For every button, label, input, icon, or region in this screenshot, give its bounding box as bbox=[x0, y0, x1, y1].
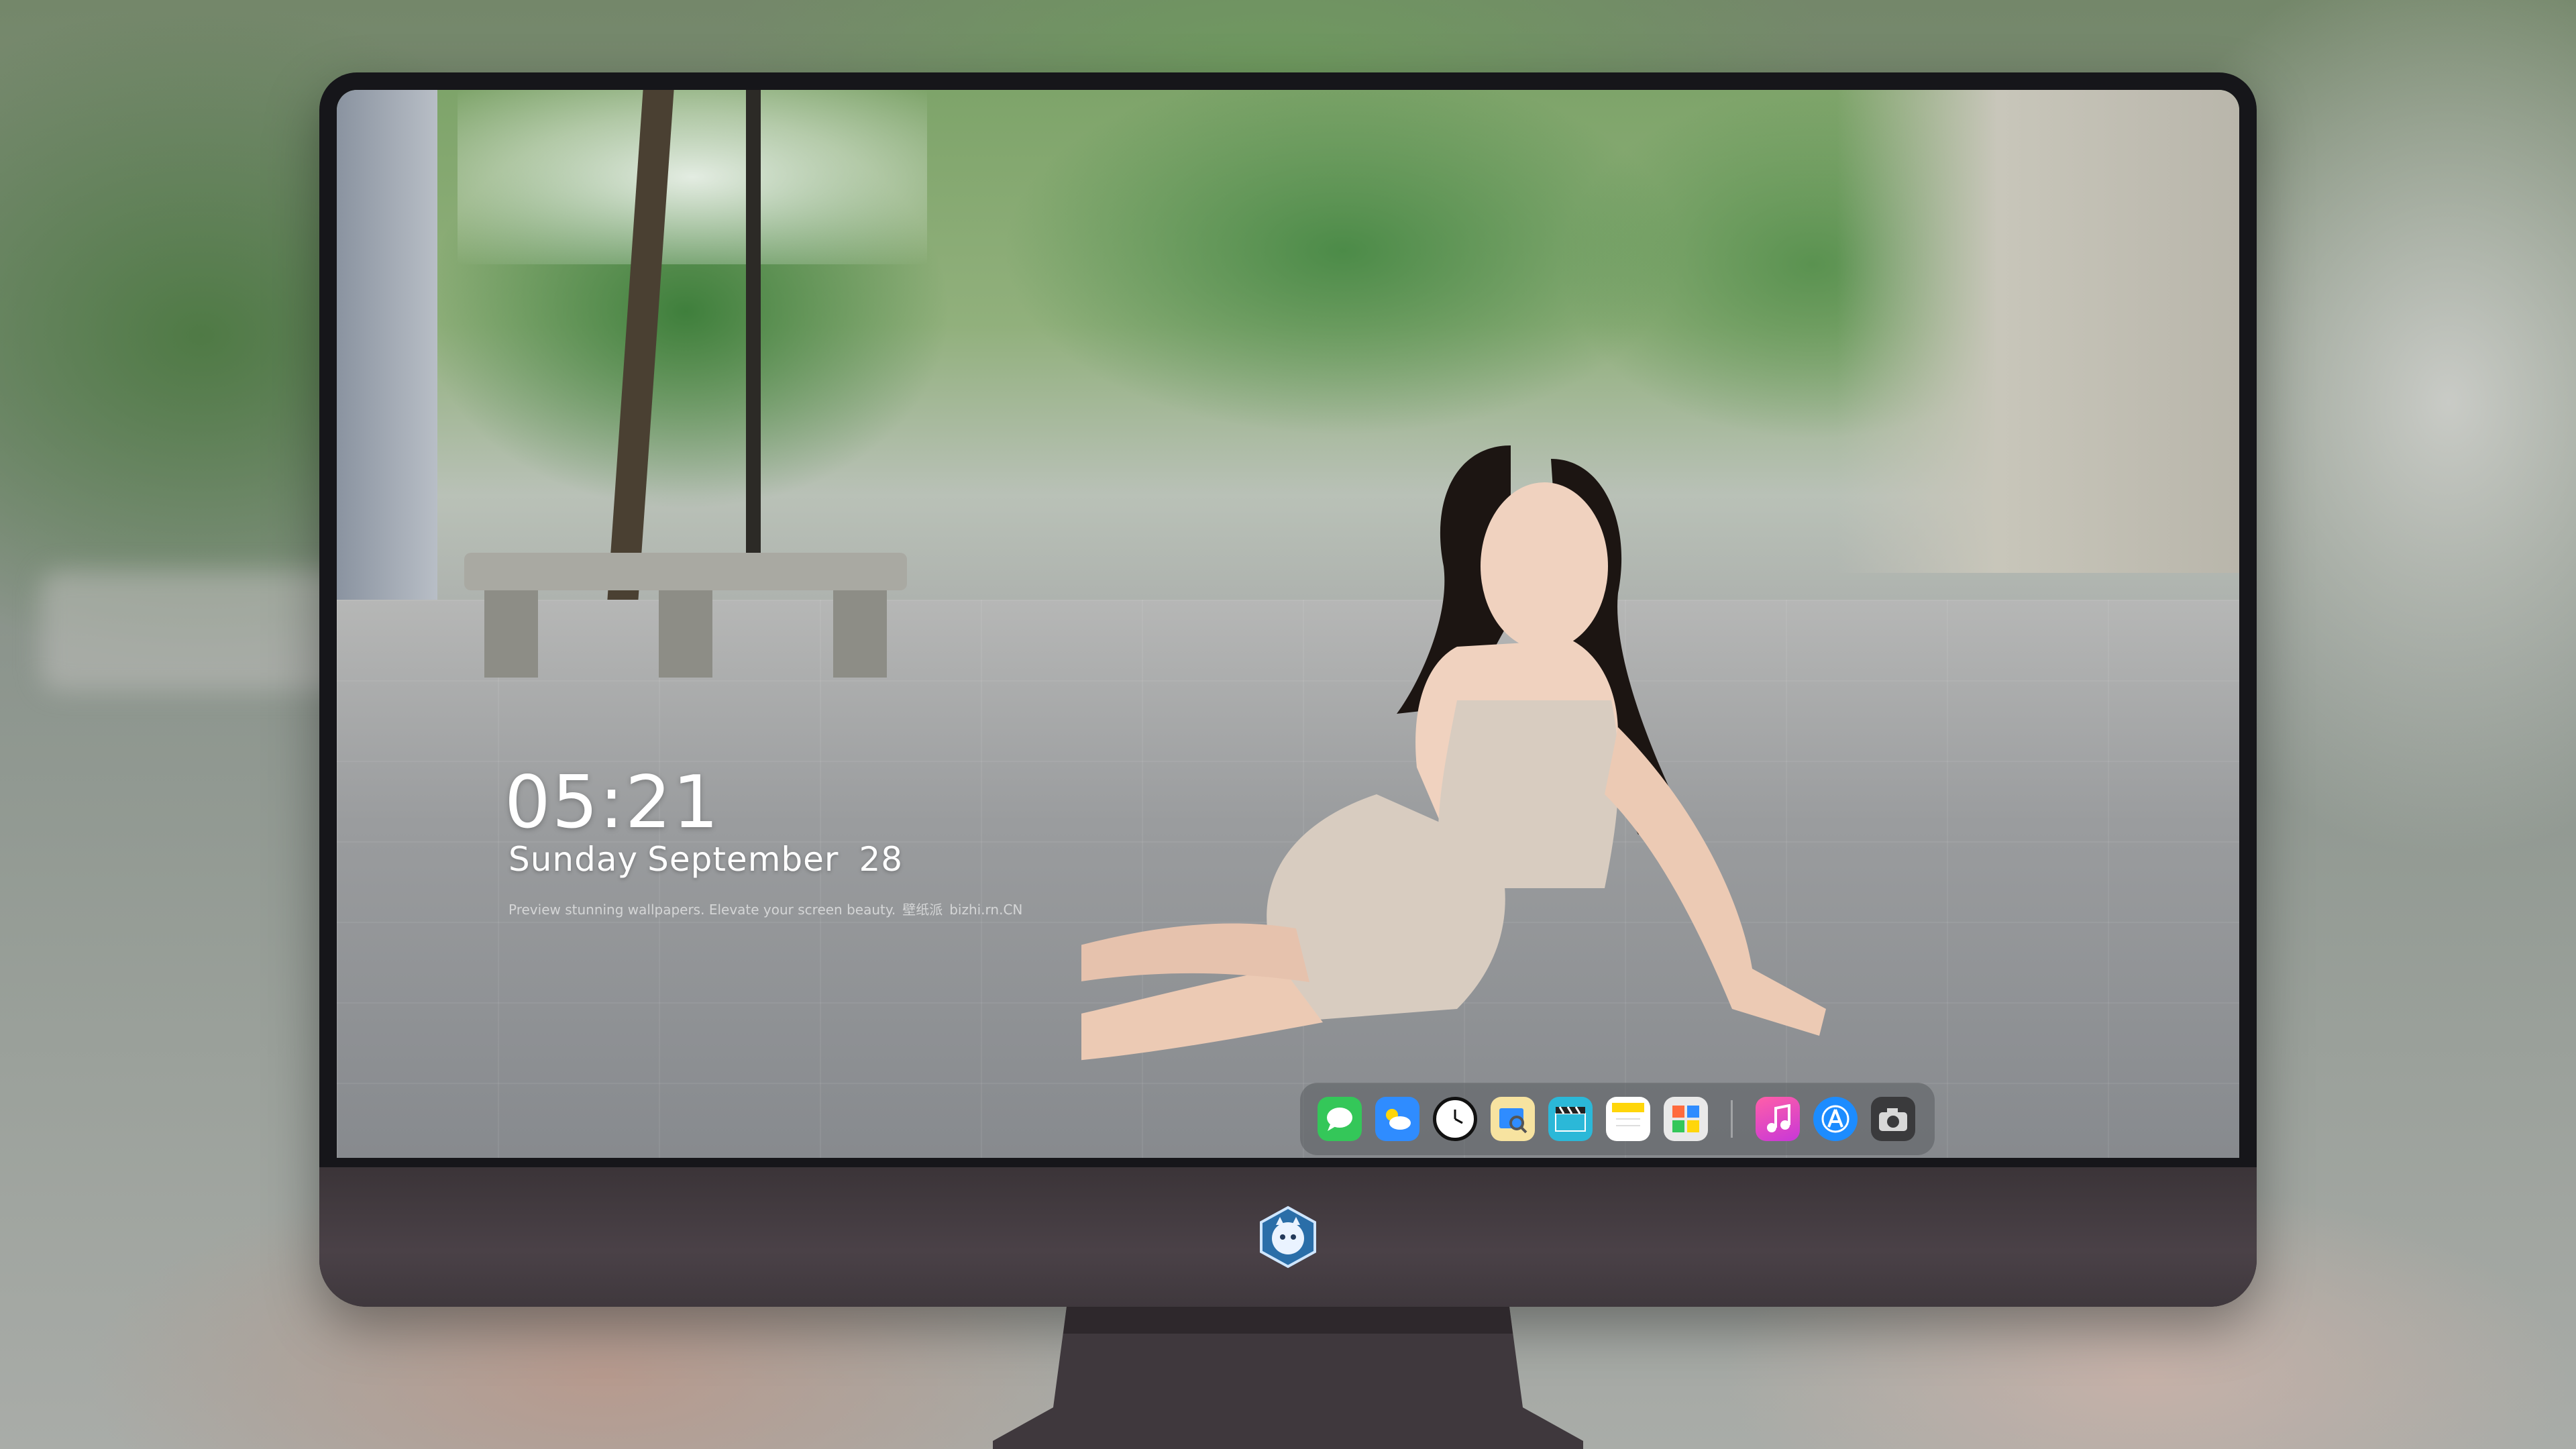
date-month: September bbox=[647, 840, 839, 879]
app-store-icon bbox=[1821, 1105, 1849, 1133]
notes-icon bbox=[1612, 1103, 1644, 1126]
photo-booth-dock-icon[interactable] bbox=[1664, 1097, 1708, 1141]
clips-dock-icon[interactable] bbox=[1548, 1097, 1593, 1141]
wallpaper-tagline: Preview stunning wallpapers. Elevate you… bbox=[508, 899, 1022, 918]
bench-leg bbox=[484, 590, 538, 678]
notes-dock-icon[interactable] bbox=[1606, 1097, 1650, 1141]
music-note-icon bbox=[1767, 1104, 1790, 1132]
cloud-sun-icon bbox=[1386, 1109, 1411, 1130]
camera-icon bbox=[1879, 1108, 1907, 1131]
clapperboard-icon bbox=[1555, 1106, 1586, 1132]
date-weekday: Sunday bbox=[508, 840, 639, 879]
clock-icon bbox=[1454, 1110, 1463, 1124]
lockscreen-time: 05:21 bbox=[504, 761, 720, 845]
weather-dock-icon[interactable] bbox=[1375, 1097, 1419, 1141]
model-face bbox=[1481, 482, 1608, 650]
music-dock-icon[interactable] bbox=[1756, 1097, 1800, 1141]
wallpaper-model-figure bbox=[1081, 445, 1826, 1061]
bench-leg bbox=[659, 590, 712, 678]
message-bubble-icon bbox=[1327, 1108, 1352, 1131]
tagline-site: bizhi.rn.CN bbox=[949, 902, 1023, 918]
tagline-chinese: 壁纸派 bbox=[902, 902, 943, 918]
dock bbox=[1300, 1083, 1935, 1155]
preview-icon bbox=[1499, 1108, 1527, 1134]
model-leg bbox=[1081, 969, 1323, 1061]
monitor-stand bbox=[993, 1307, 1583, 1449]
bench-seat bbox=[464, 553, 907, 590]
dock-separator bbox=[1731, 1100, 1733, 1138]
stone-bench bbox=[464, 553, 907, 687]
photo-grid-icon bbox=[1672, 1106, 1699, 1132]
tagline-text: Preview stunning wallpapers. Elevate you… bbox=[508, 902, 896, 918]
lamp-post bbox=[746, 90, 761, 559]
wallpaper-sky bbox=[458, 90, 927, 264]
screen-wallpaper: 05:21 Sunday September 28 Preview stunning… bbox=[337, 90, 2239, 1158]
preview-dock-icon[interactable] bbox=[1491, 1097, 1535, 1141]
date-day: 28 bbox=[859, 840, 904, 879]
bench-leg bbox=[833, 590, 887, 678]
camera-dock-icon[interactable] bbox=[1871, 1097, 1915, 1141]
monitor: 05:21 Sunday September 28 Preview stunning… bbox=[319, 72, 2257, 1307]
messages-dock-icon[interactable] bbox=[1318, 1097, 1362, 1141]
model-arm bbox=[1605, 727, 1826, 1036]
wallpaper-pillar bbox=[337, 90, 437, 600]
app-store-dock-icon[interactable] bbox=[1813, 1097, 1858, 1141]
brand-logo-icon bbox=[1260, 1205, 1316, 1269]
lockscreen-date: Sunday September 28 bbox=[508, 840, 903, 879]
clock-dock-icon[interactable] bbox=[1433, 1097, 1477, 1141]
